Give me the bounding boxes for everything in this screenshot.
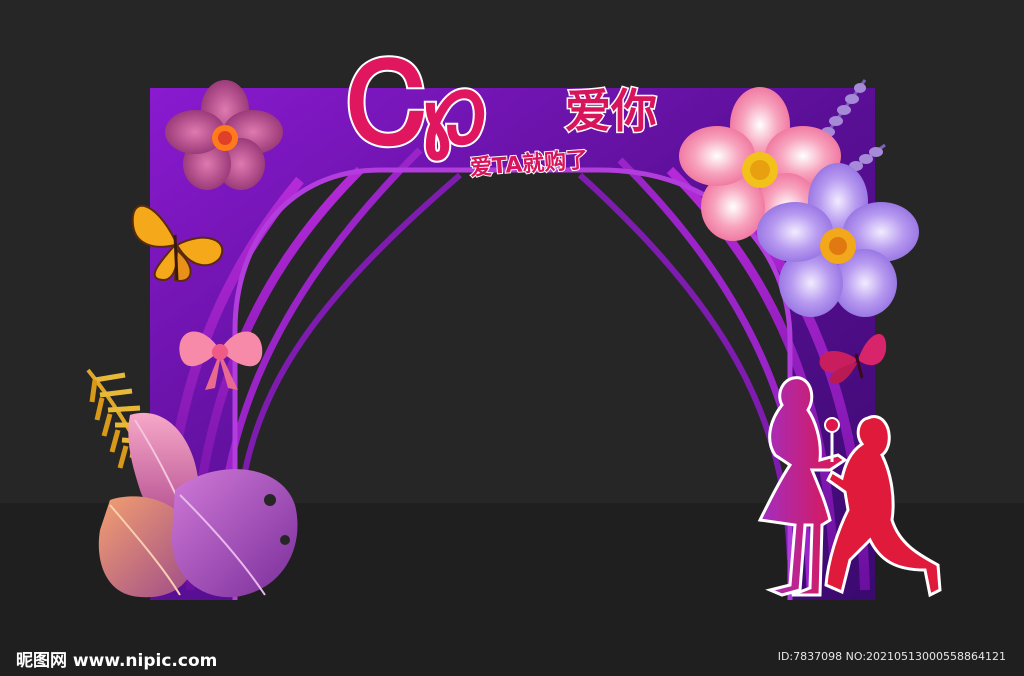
arch-illustration xyxy=(86,79,942,600)
title-love: 爱你 xyxy=(564,84,659,138)
title-main: Ꮯ℘ xyxy=(346,38,491,169)
watermark-site: 昵图网 www.nipic.com xyxy=(16,651,218,671)
leaf-icon xyxy=(171,469,298,598)
canvas: Ꮯ℘ 爱你 爱TA就购了 昵图网 www.nipic.com ID:783709… xyxy=(0,0,1024,676)
watermark-id: ID:7837098 NO:20210513000558864121 xyxy=(777,650,1006,663)
